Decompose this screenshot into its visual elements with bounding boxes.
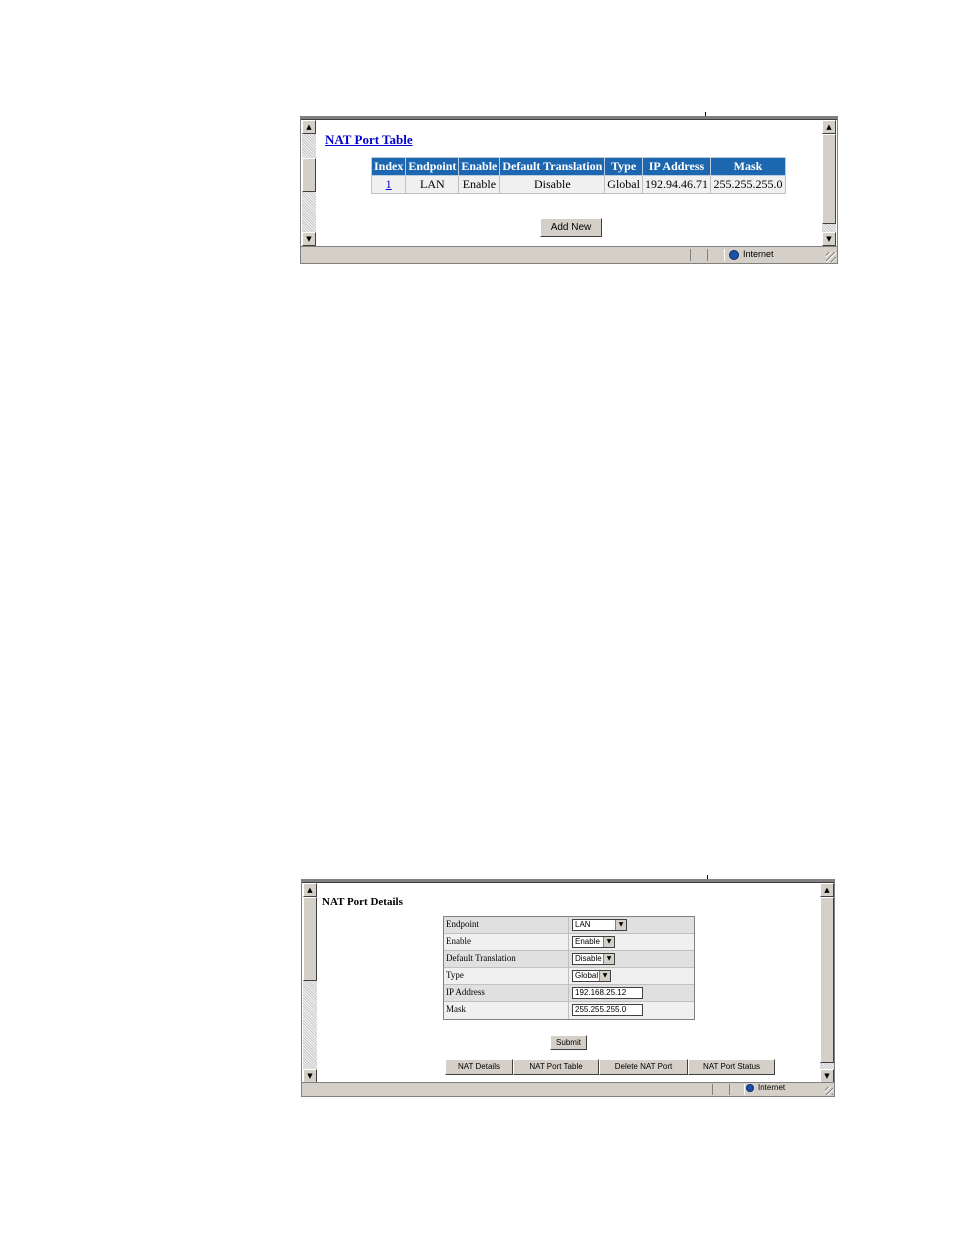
window-top-edge	[302, 880, 834, 883]
scroll-thumb[interactable]	[822, 134, 836, 224]
endpoint-select[interactable]: LAN ▼	[572, 919, 627, 931]
status-bar-cell	[712, 1084, 730, 1095]
endpoint-select-value: LAN	[575, 920, 591, 929]
form-row-ip-address: IP Address 192.168.25.12	[444, 985, 694, 1002]
nav-button-bar: NAT Details NAT Port Table Delete NAT Po…	[445, 1059, 775, 1075]
column-divider	[568, 968, 569, 984]
window-top-edge	[301, 117, 837, 120]
column-divider	[568, 1002, 569, 1019]
cell-default-translation: Disable	[499, 175, 606, 194]
index-link[interactable]: 1	[386, 177, 392, 191]
type-label: Type	[446, 970, 464, 980]
zone-label: Internet	[743, 249, 774, 259]
column-header-mask: Mask	[709, 157, 786, 176]
table-header-row: Index Endpoint Enable Default Translatio…	[370, 157, 786, 176]
enable-select[interactable]: Enable ▼	[572, 936, 615, 948]
column-divider	[568, 951, 569, 967]
chevron-down-icon[interactable]: ▼	[603, 954, 614, 964]
status-bar: Internet	[301, 246, 837, 263]
column-header-enable: Enable	[458, 157, 501, 176]
endpoint-label: Endpoint	[446, 919, 479, 929]
ip-address-input[interactable]: 192.168.25.12	[572, 987, 643, 999]
scroll-up-button[interactable]: ▲	[302, 120, 316, 134]
security-zone: Internet	[746, 1083, 785, 1092]
default-translation-select-value: Disable	[575, 954, 602, 963]
add-new-button[interactable]: Add New	[540, 218, 602, 237]
status-bar-cell	[690, 249, 708, 261]
nat-port-status-button[interactable]: NAT Port Status	[688, 1059, 775, 1075]
scroll-thumb[interactable]	[302, 158, 316, 192]
cell-enable: Enable	[458, 175, 501, 194]
ip-address-label: IP Address	[446, 987, 485, 997]
column-header-type: Type	[604, 157, 643, 176]
scroll-thumb[interactable]	[820, 897, 834, 1063]
column-divider	[568, 934, 569, 950]
form-row-enable: Enable Enable ▼	[444, 934, 694, 951]
type-select[interactable]: Global ▼	[572, 970, 611, 982]
column-header-endpoint: Endpoint	[405, 157, 460, 176]
enable-select-value: Enable	[575, 937, 600, 946]
left-scrollbar[interactable]: ▲ ▼	[302, 120, 316, 246]
left-scrollbar[interactable]: ▲ ▼	[303, 883, 317, 1083]
mask-input[interactable]: 255.255.255.0	[572, 1004, 643, 1016]
chevron-down-icon[interactable]: ▼	[615, 920, 626, 930]
cell-ip-address: 192.94.46.71	[641, 175, 711, 194]
form-row-default-translation: Default Translation Disable ▼	[444, 951, 694, 968]
default-translation-label: Default Translation	[446, 953, 516, 963]
table-row: 1 LAN Enable Disable Global 192.94.46.71…	[370, 175, 786, 194]
column-header-index: Index	[370, 157, 407, 176]
form-row-type: Type Global ▼	[444, 968, 694, 985]
scroll-down-button[interactable]: ▼	[303, 1069, 317, 1083]
status-bar-cell	[729, 1084, 745, 1095]
globe-icon	[729, 249, 739, 260]
nat-port-table-window: ▲ ▼ ▲ ▼ NAT Port Table Index Endpoint En…	[300, 116, 838, 264]
scroll-down-button[interactable]: ▼	[822, 232, 836, 246]
nat-port-details-window: ▲ ▼ ▲ ▼ NAT Port Details Endpoint LAN ▼ …	[301, 879, 835, 1097]
submit-button[interactable]: Submit	[550, 1035, 587, 1050]
column-divider	[568, 985, 569, 1001]
scroll-down-button[interactable]: ▼	[820, 1069, 834, 1083]
scroll-up-button[interactable]: ▲	[822, 120, 836, 134]
cell-type: Global	[604, 175, 643, 194]
enable-label: Enable	[446, 936, 471, 946]
status-bar-cell	[707, 249, 725, 261]
cell-mask: 255.255.255.0	[709, 175, 786, 194]
nat-port-table-button[interactable]: NAT Port Table	[513, 1059, 599, 1075]
right-scrollbar[interactable]: ▲ ▼	[822, 120, 836, 246]
default-translation-select[interactable]: Disable ▼	[572, 953, 615, 965]
form-row-mask: Mask 255.255.255.0	[444, 1002, 694, 1019]
nat-port-details-form: Endpoint LAN ▼ Enable Enable ▼ Default T…	[443, 916, 695, 1020]
resize-grip-icon[interactable]	[826, 252, 836, 262]
page-title-link[interactable]: NAT Port Table	[325, 132, 413, 148]
zone-label: Internet	[758, 1083, 786, 1092]
mask-label: Mask	[446, 1004, 466, 1014]
cell-endpoint: LAN	[405, 175, 460, 194]
delete-nat-port-button[interactable]: Delete NAT Port	[599, 1059, 688, 1075]
nat-port-table: Index Endpoint Enable Default Translatio…	[370, 157, 786, 194]
chevron-down-icon[interactable]: ▼	[603, 937, 614, 947]
type-select-value: Global	[575, 971, 599, 980]
nat-details-button[interactable]: NAT Details	[445, 1059, 513, 1075]
status-bar: Internet	[302, 1082, 834, 1096]
column-divider	[568, 917, 569, 933]
globe-icon	[746, 1083, 754, 1092]
page-title: NAT Port Details	[322, 896, 403, 908]
scroll-up-button[interactable]: ▲	[303, 883, 317, 897]
cell-index: 1	[370, 175, 407, 194]
column-header-default-translation: Default Translation	[499, 157, 606, 176]
resize-grip-icon[interactable]	[825, 1087, 833, 1095]
column-header-ip-address: IP Address	[641, 157, 711, 176]
form-row-endpoint: Endpoint LAN ▼	[444, 917, 694, 934]
chevron-down-icon[interactable]: ▼	[599, 971, 610, 981]
right-scrollbar[interactable]: ▲ ▼	[820, 883, 834, 1083]
security-zone: Internet	[729, 249, 774, 260]
scroll-down-button[interactable]: ▼	[302, 232, 316, 246]
scroll-thumb[interactable]	[303, 897, 317, 981]
scroll-up-button[interactable]: ▲	[820, 883, 834, 897]
